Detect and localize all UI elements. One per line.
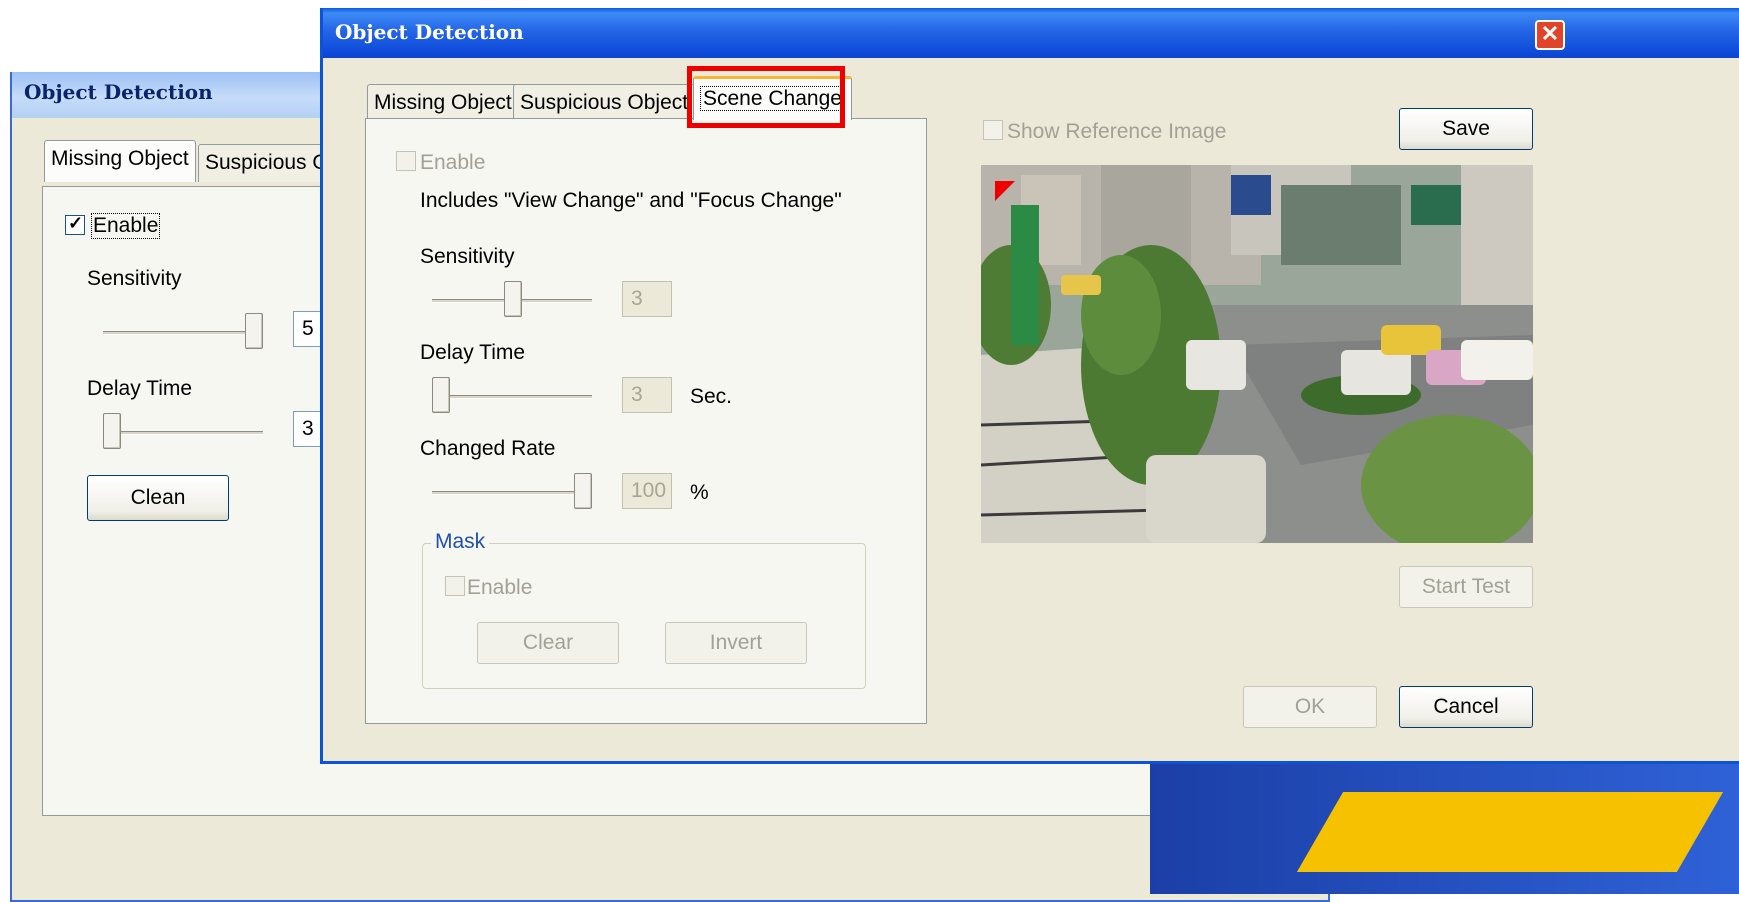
mask-enable-label: Enable: [467, 576, 533, 599]
tab-suspicious-object[interactable]: Suspicious Object: [513, 84, 696, 122]
brand-logo-shape: [1296, 792, 1724, 872]
bg-tab-missing-object[interactable]: Missing Object: [44, 140, 196, 182]
sensitivity-thumb[interactable]: [504, 281, 522, 317]
highlight-box: [687, 66, 845, 128]
main-dialog-title: Object Detection: [335, 20, 524, 44]
bg-delay-label: Delay Time: [87, 377, 193, 400]
main-titlebar[interactable]: Object Detection ✕: [323, 8, 1739, 58]
delay-time-value[interactable]: 3: [622, 377, 672, 413]
bg-delay-track[interactable]: [103, 431, 263, 435]
mask-groupbox: Mask Enable Clear Invert: [422, 530, 866, 689]
delay-time-track[interactable]: [432, 395, 592, 399]
scene-change-panel: Enable Includes "View Change" and "Focus…: [365, 118, 927, 724]
object-detection-dialog: Object Detection ✕ Missing Object Suspic…: [320, 8, 1739, 764]
delay-time-unit: Sec.: [690, 385, 733, 408]
changed-rate-value[interactable]: 100: [622, 473, 672, 509]
bg-delay-thumb[interactable]: [103, 413, 121, 449]
save-button[interactable]: Save: [1399, 108, 1533, 150]
sensitivity-value[interactable]: 3: [622, 281, 672, 317]
enable-label: Enable: [420, 151, 486, 174]
show-reference-checkbox[interactable]: [983, 120, 1003, 140]
street-scene-graphic: [981, 165, 1533, 543]
changed-rate-track[interactable]: [432, 491, 592, 495]
start-test-button[interactable]: Start Test: [1399, 566, 1533, 608]
brand-banner: [1150, 764, 1739, 894]
cancel-button[interactable]: Cancel: [1399, 686, 1533, 728]
mask-enable-checkbox[interactable]: [445, 576, 465, 596]
close-icon[interactable]: ✕: [1535, 20, 1565, 50]
enable-checkbox[interactable]: [396, 151, 416, 171]
changed-rate-unit: %: [690, 481, 709, 504]
changed-rate-thumb[interactable]: [574, 473, 592, 509]
bg-enable-checkbox[interactable]: ✓: [65, 213, 85, 235]
camera-preview-image: [981, 165, 1533, 543]
bg-sensitivity-track[interactable]: [103, 331, 263, 335]
clear-button[interactable]: Clear: [477, 622, 619, 664]
clean-button[interactable]: Clean: [87, 475, 229, 521]
delay-time-label: Delay Time: [420, 341, 526, 364]
check-mark-icon: ✓: [68, 213, 84, 233]
mask-label: Mask: [431, 530, 490, 554]
tab-missing-object[interactable]: Missing Object: [367, 84, 519, 122]
show-reference-label: Show Reference Image: [1007, 120, 1227, 143]
changed-rate-label: Changed Rate: [420, 437, 556, 460]
bg-tab-suspicious-object[interactable]: Suspicious O: [198, 144, 336, 182]
delay-time-thumb[interactable]: [432, 377, 450, 413]
invert-button[interactable]: Invert: [665, 622, 807, 664]
description-text: Includes "View Change" and "Focus Change…: [420, 189, 842, 212]
bg-sensitivity-thumb[interactable]: [245, 313, 263, 349]
background-dialog-title: Object Detection: [24, 80, 213, 104]
bg-sensitivity-label: Sensitivity: [87, 267, 182, 290]
sensitivity-label: Sensitivity: [420, 245, 515, 268]
bg-enable-label: Enable: [91, 213, 161, 239]
ok-button[interactable]: OK: [1243, 686, 1377, 728]
